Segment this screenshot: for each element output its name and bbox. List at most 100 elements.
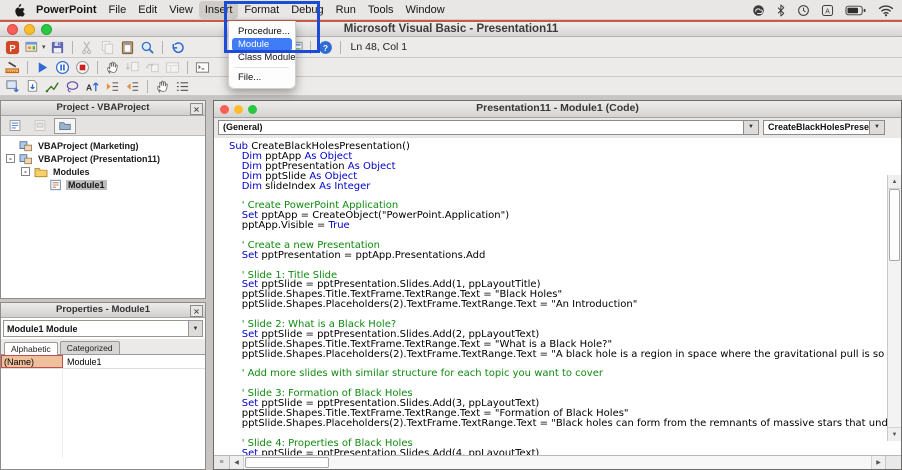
close-window-button[interactable]	[220, 105, 229, 114]
indent-icon[interactable]	[104, 78, 121, 94]
creative-cloud-icon[interactable]	[752, 4, 765, 17]
menu-item-edit[interactable]: Edit	[132, 1, 163, 19]
property-value-cell[interactable]: Module1	[63, 355, 102, 368]
code-line: pptSlide.Shapes.Placeholders(2).TextFram…	[229, 350, 887, 360]
zoom-window-button[interactable]	[41, 24, 52, 35]
object-selector-value: Module1 Module	[7, 324, 78, 334]
undo-icon[interactable]	[169, 39, 186, 55]
break-icon[interactable]	[54, 59, 71, 75]
expander-minus-icon[interactable]: -	[21, 167, 30, 176]
connector-tool-icon[interactable]	[44, 78, 61, 94]
horizontal-scrollbar[interactable]: ≡ ◀ ▶	[214, 455, 901, 469]
import-file-icon[interactable]	[24, 78, 41, 94]
tab-alphabetic[interactable]: Alphabetic	[4, 342, 58, 355]
properties-panel-header[interactable]: Properties - Module1	[1, 303, 205, 318]
tree-item-module1[interactable]: Module1	[1, 178, 205, 191]
close-icon[interactable]	[190, 305, 203, 317]
menu-item-window[interactable]: Window	[400, 1, 451, 19]
outline-list-icon[interactable]	[174, 78, 191, 94]
run-icon[interactable]	[34, 59, 51, 75]
object-dropdown[interactable]: (General) ▼	[218, 120, 759, 135]
close-window-button[interactable]	[7, 24, 18, 35]
horizontal-scroll-track[interactable]	[244, 456, 871, 469]
folder-icon	[34, 166, 48, 178]
hand-icon[interactable]	[104, 59, 121, 75]
vb-title-bar[interactable]: Microsoft Visual Basic - Presentation11	[0, 22, 902, 37]
vb-window-title: Microsoft Visual Basic - Presentation11	[0, 22, 902, 36]
scroll-down-icon[interactable]: ▼	[888, 427, 901, 441]
menu-item-powerpoint[interactable]: PowerPoint	[30, 1, 103, 19]
horizontal-scroll-thumb[interactable]	[245, 457, 329, 468]
clock-icon[interactable]	[797, 4, 810, 17]
cut-icon	[79, 39, 96, 55]
menu-item-file[interactable]: File	[103, 1, 133, 19]
menu-item-tools[interactable]: Tools	[362, 1, 400, 19]
immediate-window-icon[interactable]	[194, 59, 211, 75]
tree-item-label: VBAProject (Presentation11)	[36, 154, 162, 164]
menu-item-format[interactable]: Format	[238, 1, 285, 19]
reset-icon[interactable]	[74, 59, 91, 75]
caret-down-icon[interactable]: ▼	[743, 121, 758, 134]
scroll-up-icon[interactable]: ▲	[888, 175, 901, 189]
project-explorer-panel: Project - VBAProject VBAProject (Marketi…	[0, 100, 206, 299]
vertical-scrollbar[interactable]: ▲ ▼	[887, 175, 901, 441]
help-icon[interactable]: ?	[317, 39, 334, 55]
close-icon[interactable]	[190, 103, 203, 115]
insert-userform-icon[interactable]	[24, 39, 41, 55]
export-file-icon[interactable]	[4, 78, 21, 94]
wifi-icon[interactable]	[878, 4, 894, 17]
scroll-left-icon[interactable]: ◀	[230, 456, 244, 469]
copy-icon	[99, 39, 116, 55]
vertical-scroll-thumb[interactable]	[889, 189, 900, 261]
object-selector-dropdown[interactable]: Module1 Module ▼	[3, 320, 203, 337]
expander-minus-icon[interactable]: -	[6, 154, 15, 163]
dropdown-caret-icon[interactable]: ▾	[42, 43, 46, 51]
tab-categorized[interactable]: Categorized	[60, 341, 120, 354]
split-handle-icon[interactable]: ≡	[214, 456, 230, 469]
scrollbar-corner	[885, 456, 901, 469]
zoom-window-button[interactable]	[248, 105, 257, 114]
code-editor-body: Sub CreateBlackHolesPresentation() Dim p…	[214, 138, 901, 455]
tree-item-vbaproject-presentation11[interactable]: - VBAProject (Presentation11)	[1, 152, 205, 165]
sort-ascending-icon[interactable]: A	[84, 78, 101, 94]
paste-icon[interactable]	[119, 39, 136, 55]
rotate-tool-icon[interactable]	[64, 78, 81, 94]
bluetooth-icon[interactable]	[776, 4, 786, 17]
code-line: pptSlide.Shapes.Placeholders(2).TextFram…	[229, 419, 887, 429]
insert-dropdown-menu: Procedure...ModuleClass Module File...	[228, 21, 296, 89]
scroll-right-icon[interactable]: ▶	[871, 456, 885, 469]
insert-menu-item-class-module[interactable]: Class Module	[232, 51, 292, 64]
toggle-folders-icon[interactable]	[54, 118, 76, 134]
menu-item-debug[interactable]: Debug	[285, 1, 329, 19]
insert-menu-item-file[interactable]: File...	[232, 71, 292, 84]
input-source-icon[interactable]: A	[821, 4, 834, 17]
project-panel-header[interactable]: Project - VBAProject	[1, 101, 205, 116]
outdent-icon[interactable]	[124, 78, 141, 94]
tree-item-vbaproject-marketing[interactable]: VBAProject (Marketing)	[1, 139, 205, 152]
insert-menu-item-procedure[interactable]: Procedure...	[232, 25, 292, 38]
code-editor-text[interactable]: Sub CreateBlackHolesPresentation() Dim p…	[214, 138, 887, 455]
design-mode-icon[interactable]	[4, 59, 21, 75]
find-icon[interactable]	[139, 39, 156, 55]
minimize-window-button[interactable]	[24, 24, 35, 35]
properties-grid: (Name) Module1	[1, 355, 205, 458]
view-code-icon[interactable]	[4, 118, 26, 134]
menu-item-insert[interactable]: Insert	[199, 1, 239, 19]
save-icon[interactable]	[49, 39, 66, 55]
menu-item-run[interactable]: Run	[330, 1, 362, 19]
code-line: pptApp.Visible = True	[229, 221, 887, 231]
code-window-title-bar[interactable]: Presentation11 - Module1 (Code)	[214, 101, 901, 118]
powerpoint-icon[interactable]: P	[4, 39, 21, 55]
apple-menu-icon[interactable]	[10, 2, 26, 18]
property-name-cell[interactable]: (Name)	[1, 355, 63, 368]
tree-item-modules[interactable]: -Modules	[1, 165, 205, 178]
code-window-title: Presentation11 - Module1 (Code)	[476, 102, 639, 114]
battery-icon[interactable]	[845, 4, 867, 17]
menu-item-view[interactable]: View	[163, 1, 199, 19]
insert-menu-item-module[interactable]: Module	[232, 38, 292, 51]
minimize-window-button[interactable]	[234, 105, 243, 114]
hand-icon[interactable]	[154, 78, 171, 94]
caret-down-icon[interactable]: ▼	[188, 321, 202, 336]
caret-down-icon[interactable]: ▼	[869, 121, 884, 134]
procedure-dropdown[interactable]: CreateBlackHolesPresentation ▼	[763, 120, 885, 135]
